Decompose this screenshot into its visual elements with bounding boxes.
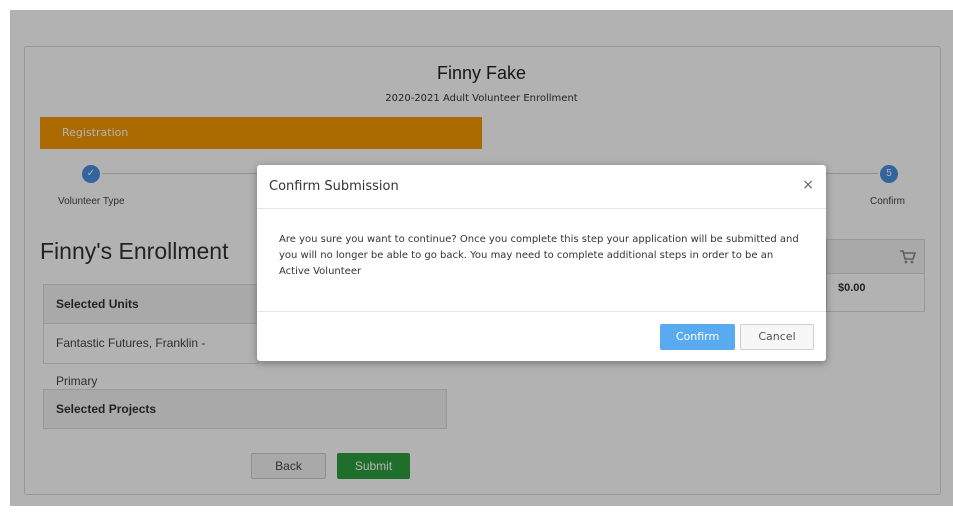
confirm-submission-dialog: Confirm Submission × Are you sure you wa… (257, 165, 826, 361)
cancel-button[interactable]: Cancel (740, 324, 814, 350)
confirm-button[interactable]: Confirm (660, 324, 735, 350)
modal-footer: Confirm Cancel (257, 311, 826, 362)
modal-title: Confirm Submission (269, 179, 399, 194)
modal-message: Are you sure you want to continue? Once … (279, 234, 799, 277)
modal-header: Confirm Submission × (257, 165, 826, 209)
close-icon[interactable]: × (802, 177, 814, 193)
